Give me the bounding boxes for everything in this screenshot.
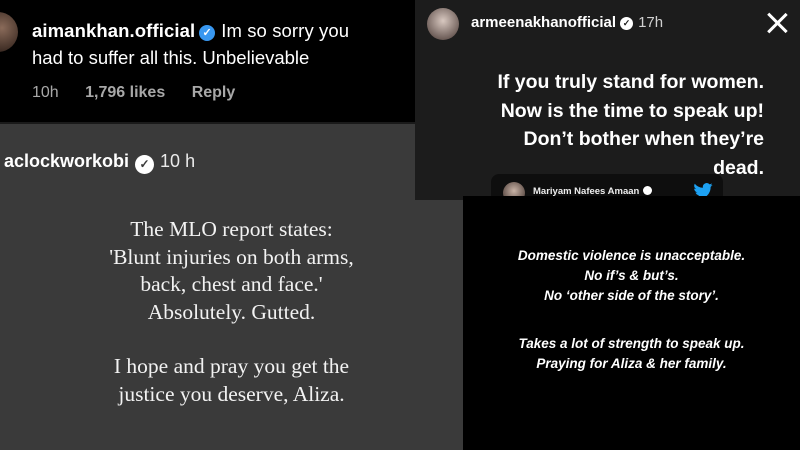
post-line: back, chest and face.'	[140, 272, 323, 296]
statement-line: No ‘other side of the story’.	[544, 288, 719, 303]
story-message: If you truly stand for women. Now is the…	[434, 68, 764, 182]
post-header: aclockworkobi ✓ 10 h	[4, 151, 195, 174]
story-time: 17h	[638, 14, 664, 31]
story-line: Don’t bother when they’re	[523, 128, 764, 150]
statement-text: Domestic violence is unacceptable. No if…	[463, 246, 800, 374]
post-username[interactable]: aclockworkobi	[4, 151, 129, 171]
post-line: justice you deserve, Aliza.	[118, 381, 345, 406]
post-line: The MLO report states:	[130, 217, 333, 241]
comment-line-1: aimankhan.official ✓ Im so sorry you	[32, 20, 349, 42]
grey-post: aclockworkobi ✓ 10 h The MLO report states…	[0, 122, 463, 450]
statement-line: Praying for Aliza & her family.	[536, 356, 727, 371]
reply-button[interactable]: Reply	[192, 84, 236, 101]
statement-line: No if’s & but’s.	[584, 268, 679, 283]
avatar[interactable]	[0, 12, 18, 52]
comment-text-1: Im so sorry you	[221, 20, 350, 41]
post-line: I hope and pray you get the	[113, 354, 350, 378]
story-username[interactable]: armeenakhanofficial	[471, 14, 616, 31]
story-line: If you truly stand for women.	[497, 71, 764, 93]
post-time: 10 h	[160, 151, 196, 171]
statement-line: Takes a lot of strength to speak up.	[518, 336, 745, 351]
post-line: 'Blunt injuries on both arms,	[109, 244, 354, 269]
comment-likes[interactable]: 1,796 likes	[85, 84, 165, 101]
post-body: The MLO report states: 'Blunt injuries o…	[0, 216, 463, 408]
comment-meta: 10h 1,796 likes Reply	[32, 84, 257, 102]
verified-badge-icon	[643, 186, 653, 195]
verified-badge-icon: ✓	[620, 17, 634, 30]
verified-badge-icon: ✓	[135, 155, 155, 174]
story-avatar[interactable]	[427, 8, 459, 40]
comment-time: 10h	[32, 84, 59, 101]
comment-text-2: had to suffer all this. Unbelievable	[32, 47, 310, 68]
comment-username[interactable]: aimankhan.official	[32, 20, 195, 41]
instagram-story: armeenakhanofficial ✓ 17h If you truly sta…	[415, 0, 800, 200]
statement-post: Domestic violence is unacceptable. No if…	[463, 196, 800, 450]
close-icon[interactable]	[764, 10, 790, 36]
story-header: armeenakhanofficial ✓ 17h	[471, 14, 663, 31]
story-line: Now is the time to speak up!	[500, 99, 764, 122]
verified-badge-icon: ✓	[199, 25, 216, 41]
post-line: Absolutely. Gutted.	[147, 299, 316, 324]
statement-line: Domestic violence is unacceptable.	[517, 248, 746, 263]
instagram-comment: aimankhan.official ✓ Im so sorry you had t…	[0, 0, 415, 122]
